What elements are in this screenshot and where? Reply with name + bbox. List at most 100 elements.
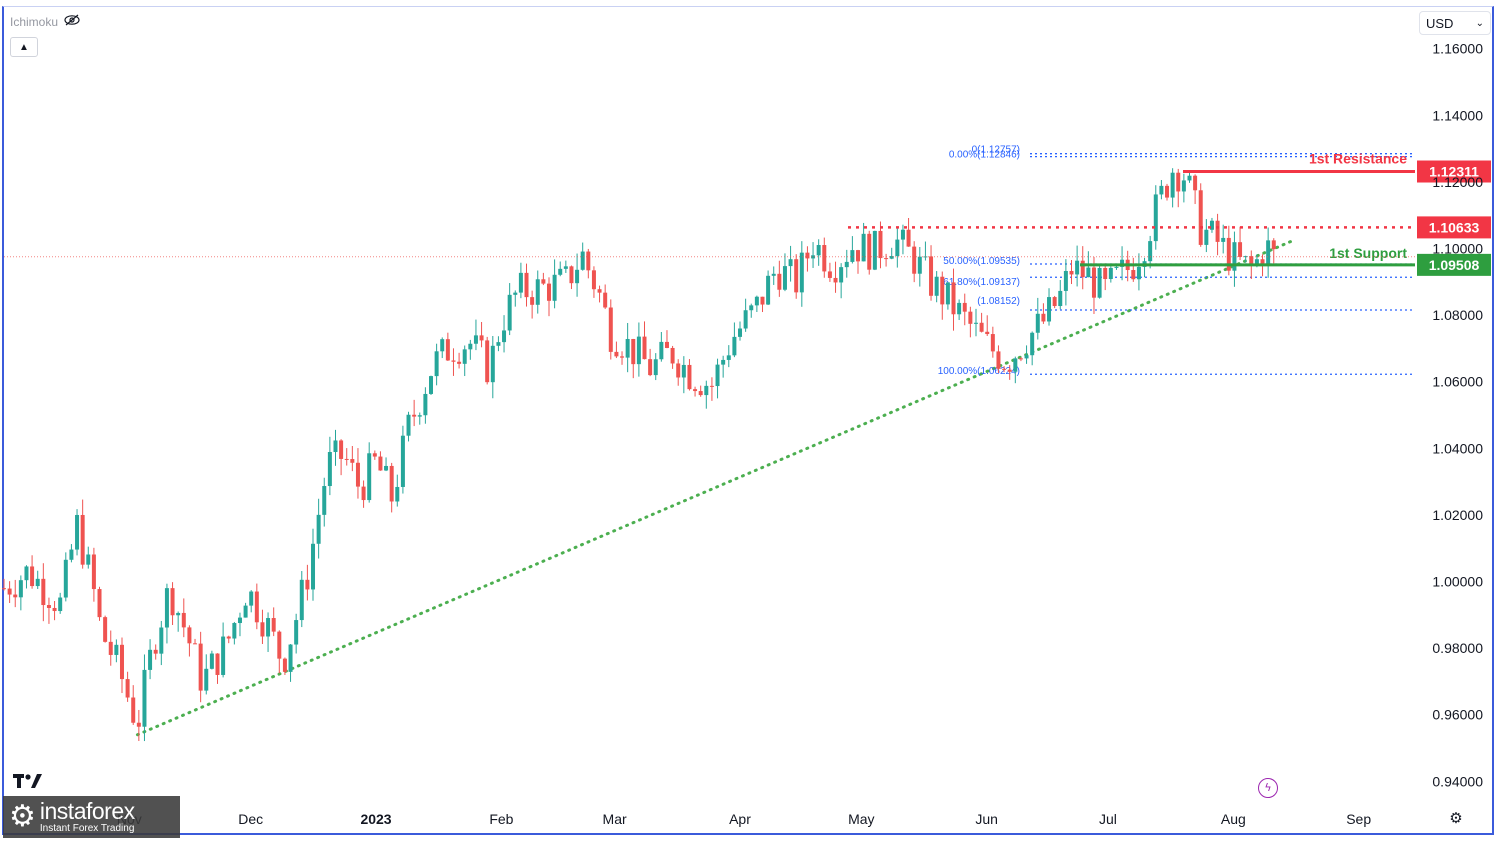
x-tick-label: Sep [1346,811,1371,827]
candle-body [339,440,344,459]
candle-body [119,644,124,680]
candle-body [502,330,507,343]
candle-body [35,578,40,587]
candle-body [479,335,484,341]
candle-body [631,338,636,365]
candle-body [884,258,889,260]
x-tick-label: May [848,811,874,827]
candle-body [962,302,967,312]
x-tick-label: Feb [489,811,513,827]
candle-body [237,617,242,624]
candle-body [209,653,214,669]
candle-body [232,623,237,639]
candle-body [530,297,535,305]
candle-body [260,622,265,637]
y-tick-label: 1.10000 [1432,240,1483,256]
candle-body [434,351,439,377]
candle-body [1047,297,1052,322]
candle-body [777,273,782,290]
candle-body [344,458,349,460]
candle-body [384,465,389,471]
y-tick-label: 1.04000 [1432,440,1483,456]
candle-body [417,415,422,417]
candle-body [1170,172,1175,198]
candle-body [305,579,310,590]
x-tick-label: Jul [1099,811,1117,827]
candle-body [215,653,220,675]
candle-body [833,277,838,283]
tradingview-logo[interactable]: TV [13,770,43,794]
candle-body [198,643,203,691]
candle-body [322,486,327,515]
candle-body [990,334,995,352]
x-tick-label: Aug [1221,811,1246,827]
candle-body [243,605,248,618]
candle-body [181,612,186,628]
trendlines [135,238,1296,737]
candle-body [940,276,945,305]
candle-body [1193,175,1198,191]
candle-body [766,275,771,305]
candle-body [771,273,776,276]
candle-body [642,336,647,360]
candle-body [1181,180,1186,192]
candle-body [311,543,316,590]
lightning-icon[interactable]: ϟ [1258,778,1278,798]
indicator-name[interactable]: Ichimoku [10,15,58,29]
candle-body [462,349,467,364]
candle-body [659,341,664,360]
candle-body [136,722,141,727]
y-tick-label: 1.02000 [1432,507,1483,523]
candle-body [103,617,108,642]
y-tick-label: 1.16000 [1432,41,1483,57]
candle-body [608,307,613,352]
candle-body [1215,220,1220,242]
candle-body [294,620,299,645]
candle-body [738,328,743,337]
candle-body [586,251,591,271]
candle-body [159,627,164,654]
candle-body [316,514,321,544]
eye-crossed-icon[interactable] [64,14,80,29]
candle-body [822,245,827,272]
candle-body [1165,185,1170,198]
candle-body [108,641,113,655]
candle-body [226,636,231,639]
candle-body [1086,267,1091,278]
candle-body [423,393,428,416]
candle-body [266,618,271,637]
candle-body [1187,175,1192,181]
collapse-indicators-button[interactable]: ▲ [10,37,38,57]
candle-body [400,435,405,487]
candle-body [204,668,209,691]
candle-body [912,246,917,274]
candle-body [164,588,169,628]
candle-body [760,296,765,305]
candle-body [18,580,23,598]
level-price-label: 1.09508 [1429,257,1480,273]
price-chart[interactable]: 0(1.12757)0.00%(1.12846)50.00%(1.09535)6… [0,0,1503,843]
candle-body [749,305,754,311]
gear-icon[interactable]: ⚙ [1447,809,1465,827]
candle-body [676,363,681,378]
currency-select[interactable]: USD ⌄ [1419,11,1491,35]
candle-body [973,322,978,324]
candle-body [30,566,35,587]
candle-body [80,514,85,565]
x-tick-label: Dec [238,811,263,827]
uptrend-line [135,238,1296,737]
x-tick-label: 2023 [360,811,391,827]
candle-body [664,341,669,348]
candle-body [636,336,641,365]
candle-body [75,514,80,550]
y-tick-label: 0.98000 [1432,640,1483,656]
candle-body [1136,266,1141,280]
candle-body [1069,270,1074,275]
candles [2,168,1276,742]
candle-body [86,554,91,565]
candle-body [1063,270,1068,291]
fib-level-label: 50.00%(1.09535) [943,256,1020,267]
candle-body [445,339,450,361]
candle-body [934,276,939,296]
candle-body [681,364,686,378]
